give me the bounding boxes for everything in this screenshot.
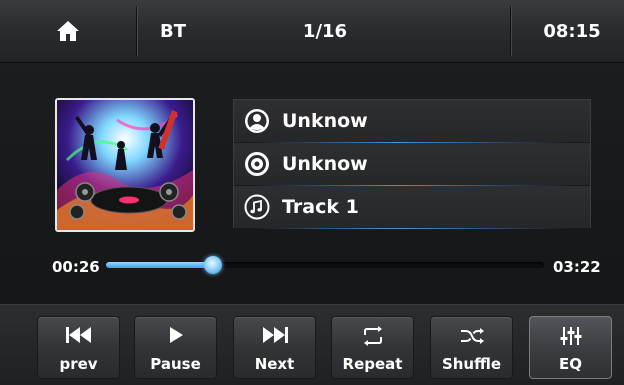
pause-label: Pause (150, 355, 201, 373)
playback-controls: prev Pause Next Repeat Shuffle EQ (0, 304, 624, 385)
eq-button[interactable]: EQ (529, 316, 612, 379)
elapsed-time: 00:26 (52, 258, 100, 276)
next-label: Next (254, 355, 295, 373)
skip-previous-icon (65, 327, 91, 343)
seek-bar[interactable] (106, 256, 544, 274)
prev-label: prev (59, 355, 98, 373)
track-info-panel: Unknow Unknow Track 1 (233, 99, 591, 229)
title-row: Track 1 (234, 186, 590, 229)
repeat-label: Repeat (342, 355, 403, 373)
album-row: Unknow (234, 143, 590, 186)
music-note-icon (244, 194, 270, 220)
eq-label: EQ (559, 355, 582, 373)
repeat-button[interactable]: Repeat (331, 316, 414, 379)
track-title: Track 1 (282, 196, 359, 218)
artist-name: Unknow (282, 110, 368, 132)
equalizer-icon (560, 327, 581, 345)
music-player-screen: BT 1/16 08:15 Unknow Unknow Track 1 00:2… (0, 0, 624, 385)
album-disc-icon (245, 152, 269, 176)
shuffle-label: Shuffle (441, 355, 502, 373)
pause-button[interactable]: Pause (134, 316, 217, 379)
seek-handle[interactable] (204, 256, 223, 274)
source-label[interactable]: BT (138, 0, 208, 62)
album-art (55, 98, 195, 232)
track-counter: 1/16 (302, 20, 348, 42)
skip-next-icon (262, 327, 288, 343)
prev-button[interactable]: prev (37, 316, 120, 379)
home-button[interactable] (0, 0, 136, 62)
repeat-icon (363, 326, 382, 346)
artist-icon (245, 109, 269, 133)
play-icon (169, 327, 183, 343)
total-time: 03:22 (553, 258, 601, 276)
divider (510, 6, 512, 56)
artist-row: Unknow (234, 100, 590, 143)
home-icon (57, 21, 79, 41)
top-bar: BT 1/16 08:15 (0, 0, 624, 63)
clock: 08:15 (543, 20, 601, 42)
next-button[interactable]: Next (233, 316, 316, 379)
album-name: Unknow (282, 153, 368, 175)
shuffle-icon (460, 328, 484, 344)
seek-bar-fill (106, 262, 214, 268)
shuffle-button[interactable]: Shuffle (430, 316, 513, 379)
